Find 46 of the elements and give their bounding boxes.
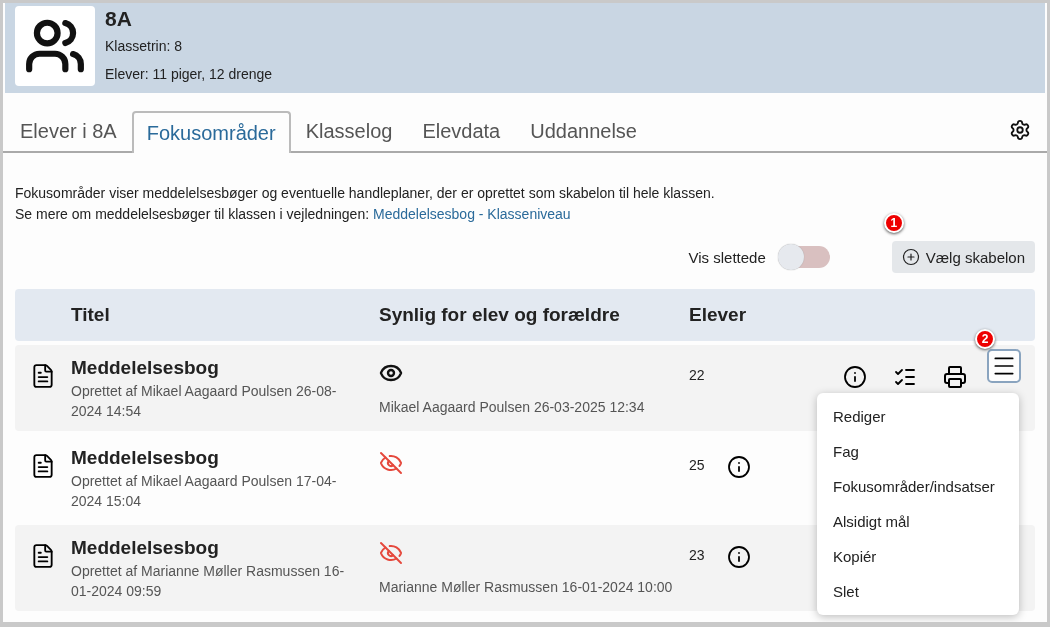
tab[interactable]: Klasselog bbox=[290, 109, 408, 151]
intro-text: Fokusområder viser meddelelsesbøger og eventuelle handleplaner, der er oprettet som skabelon til hele klassen. Se mere om meddelelsesbøger til klassen i vejledningen: Meddelelsesbog - Klasseniveau bbox=[15, 184, 715, 224]
created-text: Oprettet af Marianne Møller Rasmussen 16-01-2024 09:59 bbox=[71, 562, 346, 601]
menu-item[interactable]: Alsidigt mål bbox=[817, 504, 1019, 539]
document-icon bbox=[30, 363, 56, 389]
visibility-note: Marianne Møller Rasmussen 16-01-2024 10:00 bbox=[379, 579, 674, 595]
plus-icon bbox=[901, 248, 920, 266]
created-text: Oprettet af Mikael Aagaard Poulsen 26-08-2024 14:54 bbox=[71, 382, 338, 421]
menu-item[interactable]: Fokusområder/indsatser bbox=[817, 469, 1019, 504]
settings-icon[interactable] bbox=[1009, 119, 1031, 141]
info-icon[interactable] bbox=[726, 455, 751, 479]
created-text: Oprettet af Mikael Aagaard Poulsen 17-04-2024 15:04 bbox=[71, 472, 338, 511]
column-header: Synlig for elev og forældre bbox=[379, 304, 621, 326]
student-count: 23 bbox=[689, 546, 705, 563]
menu-button[interactable] bbox=[987, 349, 1021, 383]
step-badge: 2 bbox=[975, 329, 995, 349]
step-badge: 1 bbox=[883, 213, 904, 233]
tab[interactable]: Elever i 8A bbox=[5, 109, 132, 151]
document-icon bbox=[30, 543, 56, 569]
grade-text: Klassetrin: 8 bbox=[105, 37, 184, 56]
row-title: Meddelelsesbog bbox=[71, 537, 220, 559]
toggle-label: Vis slettede bbox=[688, 248, 766, 266]
tab[interactable]: Elevdata bbox=[407, 109, 516, 151]
menu-item[interactable]: Rediger bbox=[817, 399, 1019, 434]
toggle-switch[interactable] bbox=[779, 246, 830, 268]
group-icon bbox=[15, 6, 95, 86]
visibility-note: Mikael Aagaard Poulsen 26-03-2025 12:34 bbox=[379, 399, 646, 415]
info-icon[interactable] bbox=[843, 365, 867, 389]
template-button[interactable]: Vælg skabelon bbox=[891, 241, 1035, 273]
info-icon[interactable] bbox=[726, 545, 751, 569]
students-text: Elever: 11 piger, 12 drenge bbox=[105, 65, 273, 84]
menu-item[interactable]: Kopiér bbox=[817, 539, 1019, 574]
row-title: Meddelelsesbog bbox=[71, 357, 220, 379]
class-name: 8A bbox=[105, 6, 133, 32]
column-header: Elever bbox=[689, 304, 748, 326]
menu-item[interactable]: Fag bbox=[817, 434, 1019, 469]
tab[interactable]: Fokusområder bbox=[131, 111, 291, 153]
menu-item[interactable]: Slet bbox=[817, 574, 1019, 609]
printer-icon[interactable] bbox=[943, 365, 967, 389]
student-count: 22 bbox=[689, 366, 705, 383]
column-header: Titel bbox=[71, 304, 111, 326]
guide-link[interactable]: Meddelelsesbog - Klasseniveau bbox=[372, 206, 571, 222]
tab[interactable]: Uddannelse bbox=[515, 109, 652, 151]
document-icon bbox=[30, 453, 56, 479]
row-title: Meddelelsesbog bbox=[71, 447, 220, 469]
student-count: 25 bbox=[689, 456, 705, 473]
